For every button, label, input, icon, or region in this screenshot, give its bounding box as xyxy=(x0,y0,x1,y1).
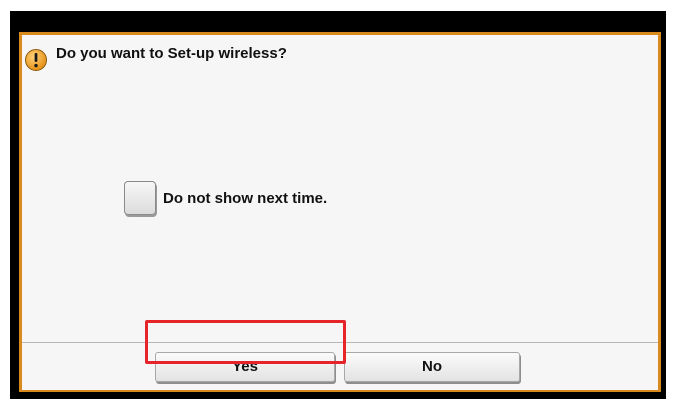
device-screen: Do you want to Set-up wireless? Do not s… xyxy=(10,11,666,399)
dialog-title: Do you want to Set-up wireless? xyxy=(56,45,287,62)
do-not-show-checkbox-row[interactable]: Do not show next time. xyxy=(124,181,327,215)
setup-wireless-dialog: Do you want to Set-up wireless? Do not s… xyxy=(19,32,661,392)
warning-icon xyxy=(25,49,47,71)
yes-button[interactable]: Yes xyxy=(155,352,335,382)
do-not-show-label[interactable]: Do not show next time. xyxy=(163,190,327,207)
button-bar: Yes No xyxy=(22,342,658,390)
no-button[interactable]: No xyxy=(344,352,520,382)
dialog-title-row: Do you want to Set-up wireless? xyxy=(24,38,287,72)
do-not-show-checkbox[interactable] xyxy=(124,181,156,215)
